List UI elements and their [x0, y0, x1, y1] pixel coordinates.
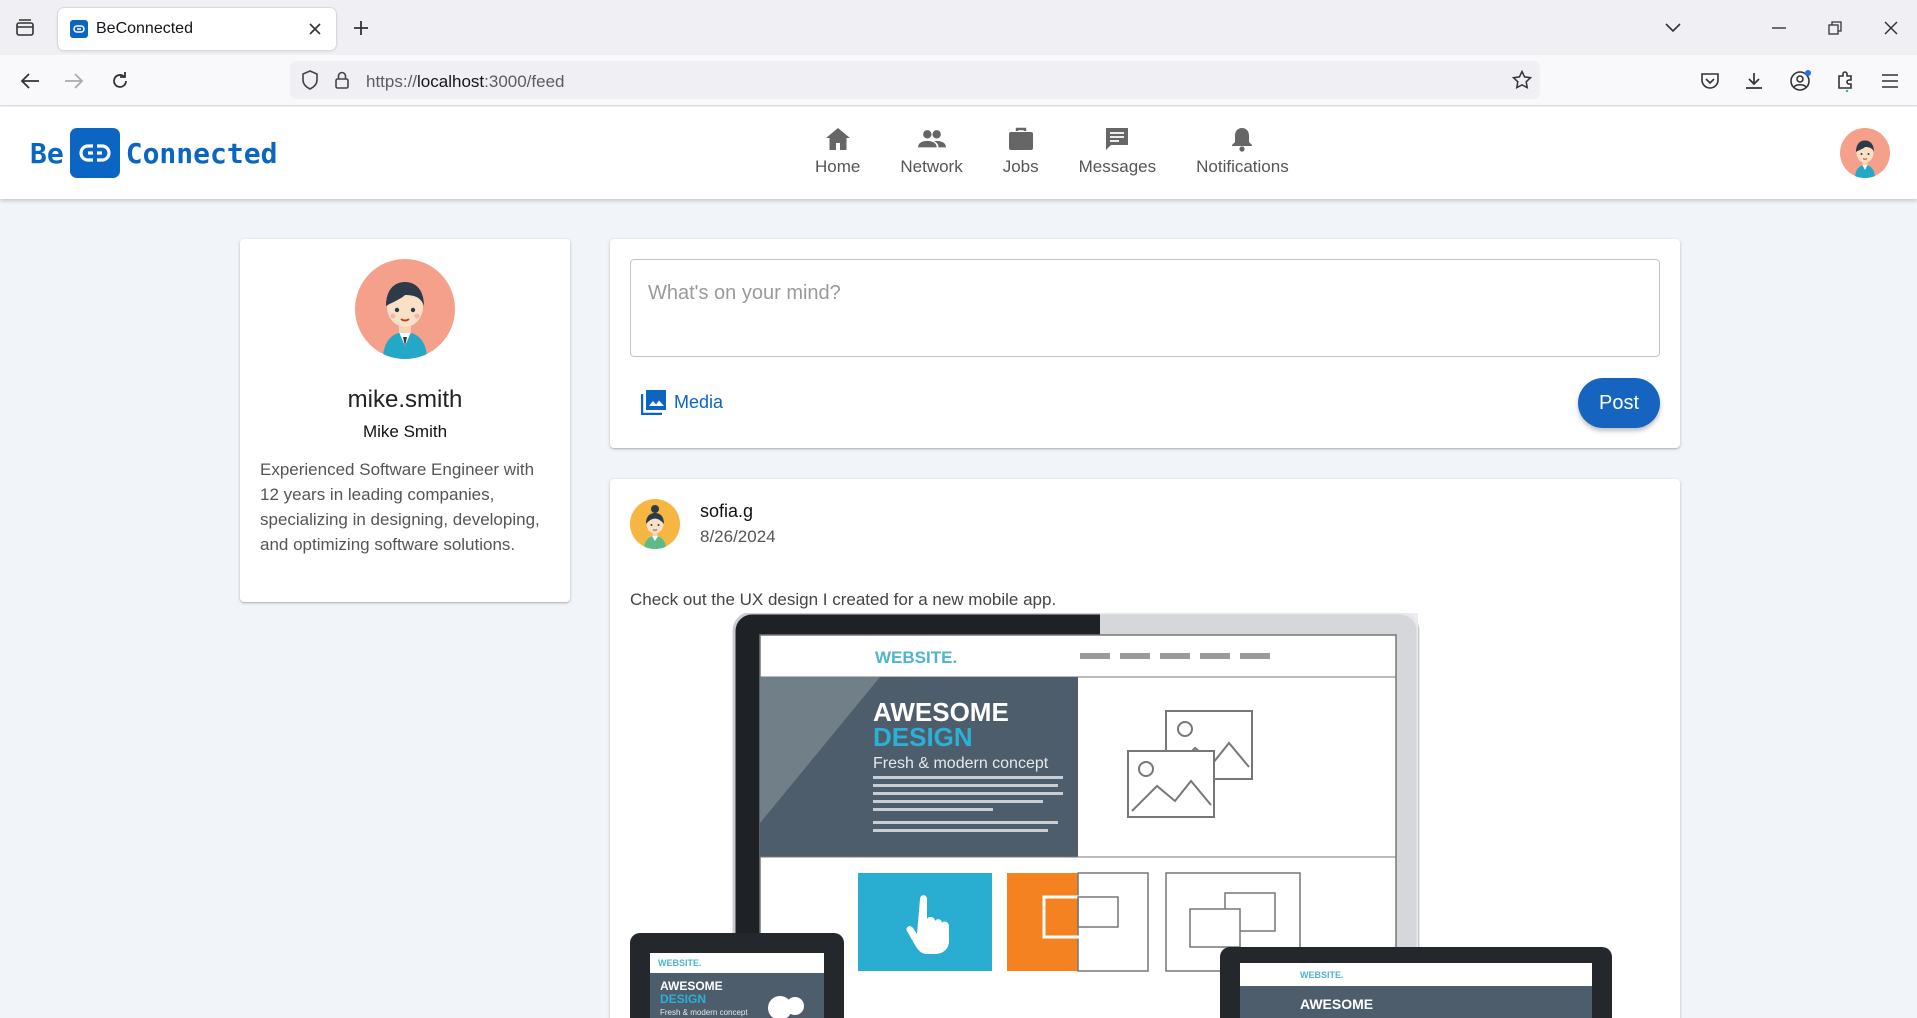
profile-full-name: Mike Smith — [362, 422, 448, 441]
feed-post: sofia.g 8/26/2024 Check out the UX desig… — [610, 479, 1680, 1018]
reload-icon[interactable] — [104, 65, 136, 97]
close-icon[interactable] — [304, 18, 326, 40]
message-icon — [1103, 125, 1131, 153]
url-text: https://localhost:3000/feed — [366, 72, 565, 91]
nav-messages[interactable]: Messages — [1059, 125, 1176, 185]
download-icon[interactable] — [1738, 65, 1770, 97]
chevron-down-icon[interactable] — [1658, 14, 1688, 42]
nav-home[interactable]: Home — [795, 125, 880, 185]
restore-icon[interactable] — [1820, 14, 1850, 42]
address-bar[interactable]: https://localhost:3000/feed — [290, 61, 1540, 99]
profile-bio: Experienced Software Engineer with 12 ye… — [260, 460, 540, 554]
nav-messages-label: Messages — [1078, 157, 1157, 176]
mock-tagline: Fresh & modern concept — [873, 755, 1049, 772]
lock-icon[interactable] — [330, 68, 354, 92]
user-avatar[interactable] — [1840, 128, 1890, 178]
account-icon[interactable] — [1784, 65, 1816, 97]
browser-navbar: https://localhost:3000/feed — [0, 55, 1917, 106]
browser-tab[interactable]: BeConnected — [58, 8, 336, 50]
nav-notifications-label: Notifications — [1196, 157, 1289, 176]
extensions-icon[interactable] — [1830, 65, 1862, 97]
new-tab-icon[interactable] — [346, 14, 376, 42]
link-icon — [69, 128, 120, 178]
browser-tabbar: BeConnected — [0, 0, 1917, 55]
star-icon[interactable] — [1510, 68, 1534, 92]
mock-headline-laptop: AWESOME — [1300, 996, 1373, 1012]
post-input[interactable] — [630, 259, 1660, 357]
minimize-icon[interactable] — [1764, 14, 1794, 42]
window-close-icon[interactable] — [1876, 14, 1906, 42]
post-button[interactable]: Post — [1578, 378, 1660, 428]
nav-home-label: Home — [815, 157, 861, 176]
mock-headline-2: DESIGN — [873, 722, 973, 752]
shield-icon[interactable] — [298, 68, 322, 92]
nav-notifications[interactable]: Notifications — [1176, 125, 1309, 185]
post-author-username[interactable]: sofia.g — [700, 501, 753, 522]
profile-avatar[interactable] — [355, 259, 455, 359]
briefcase-icon — [1007, 125, 1035, 153]
tab-title: BeConnected — [96, 20, 193, 37]
profile-username: mike.smith — [347, 386, 463, 413]
nav-network-label: Network — [900, 157, 963, 176]
post-author-avatar[interactable] — [630, 499, 680, 549]
media-label: Media — [674, 391, 724, 412]
profile-card: mike.smith Mike Smith Experienced Softwa… — [240, 239, 570, 602]
people-icon — [917, 125, 946, 153]
menu-icon[interactable] — [1874, 65, 1906, 97]
app-header: Be Connected Home Network Jobs Messages … — [0, 107, 1917, 199]
mock-brand: WEBSITE. — [875, 648, 957, 667]
mock-headline-tablet: AWESOME — [660, 979, 723, 993]
nav-jobs[interactable]: Jobs — [983, 125, 1059, 185]
mock-headline2-tablet: DESIGN — [660, 992, 706, 1006]
back-arrow-icon[interactable] — [14, 65, 46, 97]
home-icon — [824, 125, 852, 153]
nav-network[interactable]: Network — [880, 125, 982, 185]
link-icon — [70, 20, 88, 38]
mock-brand-tablet: WEBSITE. — [658, 958, 702, 968]
mock-brand-laptop: WEBSITE. — [1300, 970, 1344, 980]
post-text: Check out the UX design I created for a … — [630, 590, 1057, 609]
post-image[interactable]: WEBSITE. AWESOME DESIGN Fresh & modern c… — [630, 611, 1630, 1018]
nav-jobs-label: Jobs — [1002, 157, 1039, 176]
media-button[interactable]: Media — [640, 384, 723, 420]
forward-arrow-icon[interactable] — [58, 65, 90, 97]
app-logo[interactable]: Be Connected — [30, 128, 277, 178]
bell-icon — [1228, 125, 1256, 153]
logo-text-connected: Connected — [125, 136, 278, 170]
main-nav: Home Network Jobs Messages Notifications — [795, 125, 1309, 185]
mock-tagline-tablet: Fresh & modern concept — [660, 1008, 748, 1017]
logo-text-be: Be — [30, 136, 64, 170]
post-date: 8/26/2024 — [700, 527, 776, 546]
post-composer: Media Post — [610, 239, 1680, 448]
tab-list-icon[interactable] — [10, 14, 40, 42]
pocket-icon[interactable] — [1694, 65, 1726, 97]
image-icon — [640, 388, 668, 416]
